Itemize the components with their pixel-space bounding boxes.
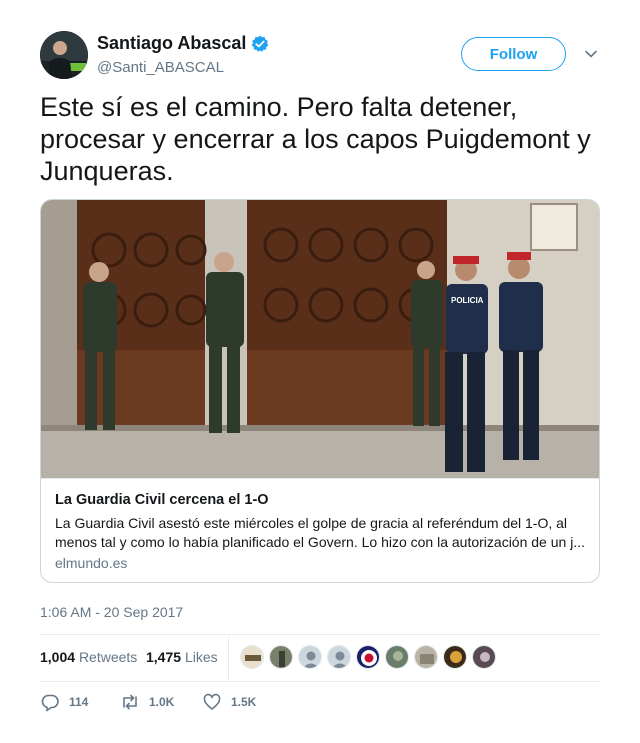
verified-badge-icon <box>251 35 269 53</box>
author-name-row: Santiago Abascal <box>97 33 269 54</box>
liker-avatar[interactable] <box>356 645 380 669</box>
tweet-text: Este sí es el camino. Pero falta detener… <box>40 92 591 186</box>
author-name[interactable]: Santiago Abascal <box>97 33 246 54</box>
engagement-stats: 1,004 Retweets 1,475 Likes <box>40 636 600 680</box>
divider <box>40 634 600 635</box>
like-button[interactable]: 1.5K <box>202 692 256 712</box>
liker-avatar[interactable] <box>414 645 438 669</box>
retweets-label: Retweets <box>78 649 138 665</box>
liker-avatar[interactable] <box>298 645 322 669</box>
link-card[interactable]: POLICIA La Guardia Civil cercena el 1-O … <box>40 199 600 583</box>
retweet-button[interactable]: 1.0K <box>120 692 174 712</box>
retweet-count: 1.0K <box>149 695 175 709</box>
retweets-stat[interactable]: 1,004 Retweets <box>40 649 137 665</box>
liker-avatar[interactable] <box>240 645 264 669</box>
author-handle[interactable]: @Santi_ABASCAL <box>97 59 224 76</box>
likes-label: Likes <box>184 649 218 665</box>
card-image[interactable]: POLICIA <box>41 200 599 479</box>
stats-separator <box>228 636 229 680</box>
liker-avatars <box>240 645 501 671</box>
likes-count: 1,475 <box>146 649 182 665</box>
chevron-down-icon[interactable] <box>584 47 598 61</box>
card-domain[interactable]: elmundo.es <box>55 555 127 571</box>
tweet-actions: 114 1.0K 1.5K <box>40 692 600 714</box>
tweet-timestamp[interactable]: 1:06 AM - 20 Sep 2017 <box>40 604 183 620</box>
reply-button[interactable]: 114 <box>40 692 88 712</box>
card-description-line-1: La Guardia Civil asestó este miércoles e… <box>55 515 568 531</box>
card-description: La Guardia Civil asestó este miércoles e… <box>55 514 587 552</box>
reply-count: 114 <box>69 695 89 709</box>
retweets-count: 1,004 <box>40 649 76 665</box>
divider <box>40 681 600 682</box>
liker-avatar[interactable] <box>327 645 351 669</box>
like-count: 1.5K <box>231 695 257 709</box>
card-title[interactable]: La Guardia Civil cercena el 1-O <box>55 492 269 508</box>
heart-icon <box>203 693 221 710</box>
police-vest-label: POLICIA <box>451 296 484 305</box>
liker-avatar[interactable] <box>385 645 409 669</box>
likes-stat[interactable]: 1,475 Likes <box>146 649 218 665</box>
author-avatar[interactable] <box>40 31 88 79</box>
liker-avatar[interactable] <box>443 645 467 669</box>
tweet-header: Santiago Abascal @Santi_ABASCAL Follow <box>40 31 600 79</box>
card-description-line-2: menos tal y como lo había planificado el… <box>55 534 585 550</box>
retweet-icon <box>123 694 137 710</box>
follow-button[interactable]: Follow <box>461 37 566 71</box>
liker-avatar[interactable] <box>269 645 293 669</box>
reply-icon <box>41 694 59 712</box>
liker-avatar[interactable] <box>472 645 496 669</box>
